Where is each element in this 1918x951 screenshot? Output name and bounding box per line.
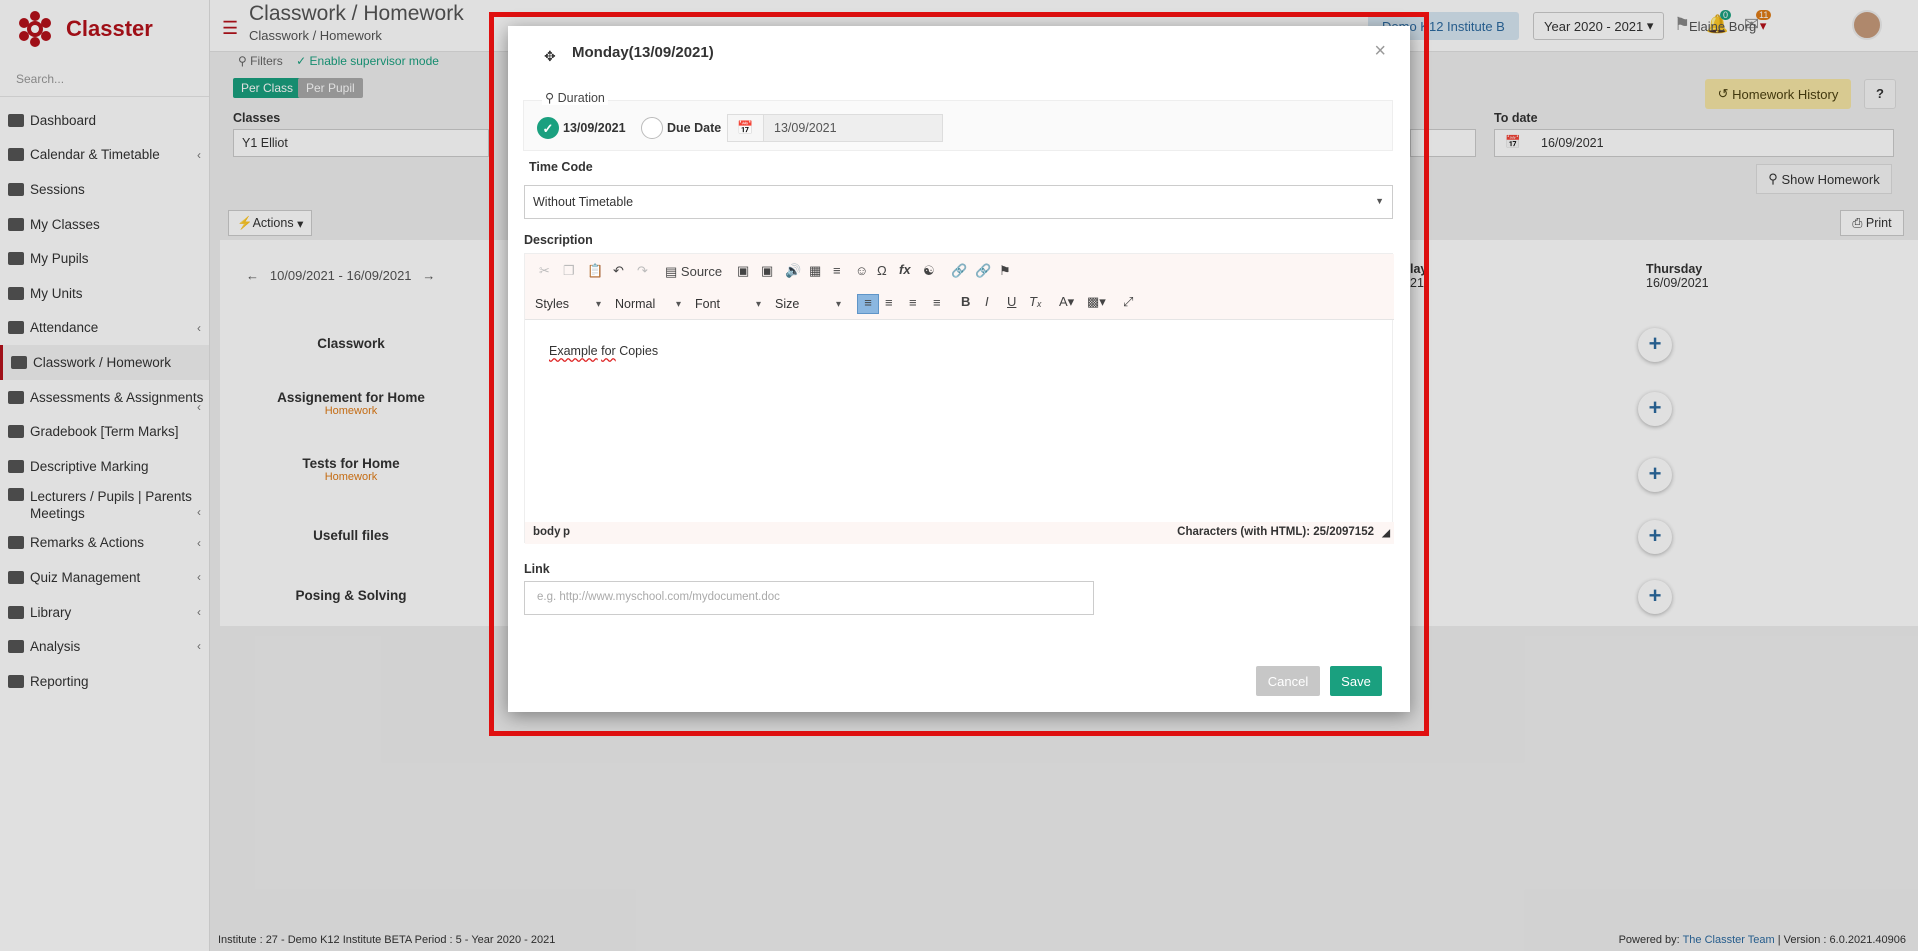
image-upload-icon[interactable]: ▣	[761, 263, 773, 279]
maximize-icon[interactable]: ⤢	[1123, 294, 1133, 310]
unlink-icon[interactable]: 🔗	[975, 263, 991, 279]
background-color-icon[interactable]: ▩▾	[1087, 294, 1106, 310]
due-date-value: 13/09/2021	[774, 121, 837, 135]
source-button[interactable]: ▤ Source	[665, 264, 722, 280]
link-input[interactable]: e.g. http://www.myschool.com/mydocument.…	[524, 581, 1094, 615]
time-code-label: Time Code	[529, 160, 593, 174]
bold-icon[interactable]: B	[961, 294, 970, 309]
source-label: Source	[680, 264, 723, 279]
text-color-icon[interactable]: A▾	[1059, 294, 1074, 310]
horizontal-rule-icon[interactable]: ≡	[833, 263, 841, 278]
rich-text-editor: ✂ ❐ 📋 ↶ ↷ ▤ Source ▣ ▣ 🔊 ▦ ≡ ☺ Ω fx ☯ 🔗 …	[524, 253, 1394, 544]
image-icon[interactable]: ▣	[737, 263, 749, 279]
move-icon[interactable]: ✥	[544, 48, 556, 65]
font-combo[interactable]: Font	[689, 293, 765, 315]
remove-format-icon[interactable]: Tₓ	[1029, 294, 1042, 309]
close-icon[interactable]: ×	[1374, 40, 1386, 63]
radio-due-date[interactable]: Due Date	[641, 117, 721, 139]
editor-toolbar: ✂ ❐ 📋 ↶ ↷ ▤ Source ▣ ▣ 🔊 ▦ ≡ ☺ Ω fx ☯ 🔗 …	[525, 254, 1394, 320]
table-icon[interactable]: ▦	[809, 263, 821, 279]
editor-content[interactable]: Example for Copies	[549, 344, 658, 358]
check-icon: ✓	[537, 117, 559, 139]
duration-label: Duration	[557, 91, 605, 105]
cut-icon[interactable]: ✂	[539, 263, 550, 279]
calendar-icon: 📅	[728, 115, 764, 141]
link-icon[interactable]: 🔗	[951, 263, 967, 279]
omega-icon[interactable]: Ω	[877, 263, 887, 278]
due-date-field[interactable]: 📅 13/09/2021	[727, 114, 943, 142]
cancel-button[interactable]: Cancel	[1256, 666, 1320, 696]
justify-icon[interactable]: ≡	[933, 295, 941, 310]
align-center-icon[interactable]: ≡	[885, 295, 893, 310]
redo-icon[interactable]: ↷	[637, 263, 648, 279]
save-button[interactable]: Save	[1330, 666, 1382, 696]
resize-handle-icon[interactable]: ◢	[1382, 528, 1390, 539]
duration-legend: ⚲ Duration	[542, 90, 608, 105]
time-code-select[interactable]: Without Timetable ▼	[524, 185, 1393, 219]
search-icon: ⚲	[545, 91, 555, 105]
radio-circle	[641, 117, 663, 139]
description-label: Description	[524, 233, 593, 247]
italic-icon[interactable]: I	[985, 294, 989, 309]
path-body[interactable]: body	[533, 526, 560, 538]
globe-icon[interactable]: ☯	[923, 263, 935, 279]
content-word-3: Copies	[619, 344, 659, 358]
radio-date[interactable]: ✓ 13/09/2021	[537, 117, 626, 139]
underline-icon[interactable]: U	[1007, 294, 1016, 309]
format-combo[interactable]: Normal	[609, 293, 685, 315]
source-icon: ▤	[665, 264, 678, 279]
styles-combo[interactable]: Styles	[529, 293, 605, 315]
homework-modal: ✥ Monday(13/09/2021) × ⚲ Duration ✓ 13/09…	[508, 26, 1410, 712]
radio-due-label: Due Date	[667, 121, 722, 135]
radio-date-label: 13/09/2021	[563, 121, 626, 135]
anchor-flag-icon[interactable]: ⚑	[999, 263, 1011, 279]
link-label: Link	[524, 562, 550, 576]
audio-icon[interactable]: 🔊	[785, 263, 801, 279]
char-count: Characters (with HTML): 25/2097152	[1177, 526, 1374, 538]
align-right-icon[interactable]: ≡	[909, 295, 917, 310]
undo-icon[interactable]: ↶	[613, 263, 624, 279]
path-p[interactable]: p	[563, 526, 570, 538]
paste-icon[interactable]: 📋	[587, 263, 603, 279]
content-word-1: Example	[549, 344, 598, 358]
editor-status-bar: body p Characters (with HTML): 25/209715…	[525, 522, 1394, 544]
content-word-2: for	[601, 344, 616, 358]
time-code-value: Without Timetable	[533, 195, 634, 209]
caret-down-icon: ▼	[1375, 196, 1384, 206]
size-combo[interactable]: Size	[769, 293, 845, 315]
smiley-icon[interactable]: ☺	[855, 263, 868, 278]
formula-icon[interactable]: fx	[899, 262, 911, 277]
modal-title: Monday(13/09/2021)	[572, 44, 714, 61]
align-left-icon[interactable]: ≡	[857, 294, 879, 314]
copy-icon[interactable]: ❐	[563, 263, 575, 279]
